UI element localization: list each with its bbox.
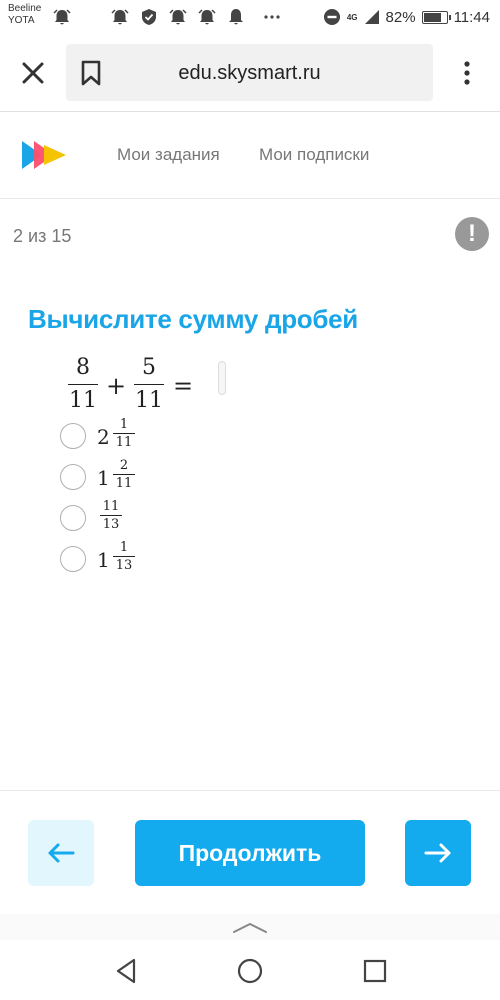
alarm-icon (111, 9, 129, 25)
numerator: 8 (76, 355, 90, 380)
address-bar[interactable]: edu.skysmart.ru (66, 44, 433, 101)
option-fraction: 1 11 (113, 417, 135, 450)
next-button[interactable] (405, 820, 471, 886)
fraction-bar (113, 433, 135, 434)
battery-percent: 82% (385, 8, 416, 26)
more-notifications-icon (264, 15, 280, 19)
option-whole: 2 (97, 425, 110, 449)
previous-button[interactable] (28, 820, 94, 886)
answer-option[interactable]: 1 1 13 (60, 540, 220, 577)
option-whole: 1 (97, 466, 110, 490)
denominator: 13 (115, 558, 133, 573)
close-icon[interactable] (18, 58, 48, 88)
plus-sign: + (106, 372, 127, 400)
skysmart-logo[interactable] (20, 137, 68, 173)
action-bar: Продолжить (0, 790, 500, 914)
answer-option[interactable]: 1 2 11 (60, 458, 220, 495)
do-not-disturb-icon (323, 9, 340, 25)
report-problem-button[interactable]: ! (455, 217, 489, 251)
fraction-bar (113, 474, 135, 475)
answer-option[interactable]: 11 13 (60, 499, 220, 536)
alarm-icon (198, 9, 216, 25)
back-icon[interactable] (112, 957, 140, 985)
radio-button[interactable] (60, 423, 86, 449)
equals-sign: = (173, 372, 194, 400)
battery-fill (423, 12, 441, 22)
fraction-left: 8 11 (68, 355, 98, 414)
site-header: Мои задания Мои подписки (0, 113, 500, 199)
option-fraction: 2 11 (113, 458, 135, 491)
denominator: 11 (115, 476, 133, 491)
home-icon[interactable] (236, 957, 264, 985)
shield-icon (142, 9, 156, 25)
denominator: 11 (115, 435, 133, 450)
denominator: 11 (69, 388, 97, 414)
more-options-icon[interactable] (455, 58, 479, 88)
nav-my-tasks[interactable]: Мои задания (117, 145, 220, 165)
battery-icon (421, 10, 451, 24)
task-title: Вычислите сумму дробей (28, 304, 358, 334)
option-whole: 1 (97, 548, 110, 572)
radio-button[interactable] (60, 464, 86, 490)
denominator: 11 (135, 388, 163, 414)
task-progress: 2 из 15 (13, 226, 72, 246)
notification-bell-icon (229, 9, 243, 25)
gesture-handle[interactable] (0, 914, 500, 940)
fraction-bar (113, 556, 135, 557)
numerator: 5 (142, 355, 156, 380)
chevron-up-icon[interactable] (232, 922, 268, 934)
numerator: 11 (102, 499, 120, 514)
fraction-right: 5 11 (134, 355, 164, 414)
numerator: 1 (119, 540, 129, 555)
carrier-label: Beeline YOTA (8, 3, 42, 26)
fraction-bar (134, 384, 164, 386)
denominator: 13 (102, 517, 120, 532)
answer-input[interactable] (218, 361, 226, 395)
system-navigation-bar (0, 940, 500, 1000)
nav-my-subscriptions[interactable]: Мои подписки (259, 145, 369, 165)
url-text: edu.skysmart.ru (178, 62, 321, 84)
numerator: 2 (119, 458, 129, 473)
recent-apps-icon[interactable] (361, 957, 389, 985)
browser-toolbar: edu.skysmart.ru (0, 34, 500, 112)
fraction-bar (68, 384, 98, 386)
signal-icon (364, 10, 379, 24)
option-fraction: 1 13 (113, 540, 135, 573)
arrow-right-icon (424, 843, 451, 863)
clock: 11:44 (453, 8, 490, 26)
network-type: 4G (346, 12, 358, 22)
arrow-left-icon (48, 843, 75, 863)
fraction-bar (100, 515, 122, 516)
numerator: 1 (119, 417, 129, 432)
radio-button[interactable] (60, 546, 86, 572)
continue-button[interactable]: Продолжить (135, 820, 365, 886)
status-right: 4G 82% 11:44 (323, 8, 490, 26)
option-fraction: 11 13 (100, 499, 122, 532)
radio-button[interactable] (60, 505, 86, 531)
answer-option[interactable]: 2 1 11 (60, 417, 220, 454)
status-bar: Beeline YOTA 4G 82% 11:44 (0, 0, 500, 34)
alarm-icon (169, 9, 187, 25)
alarm-icon (53, 9, 71, 25)
